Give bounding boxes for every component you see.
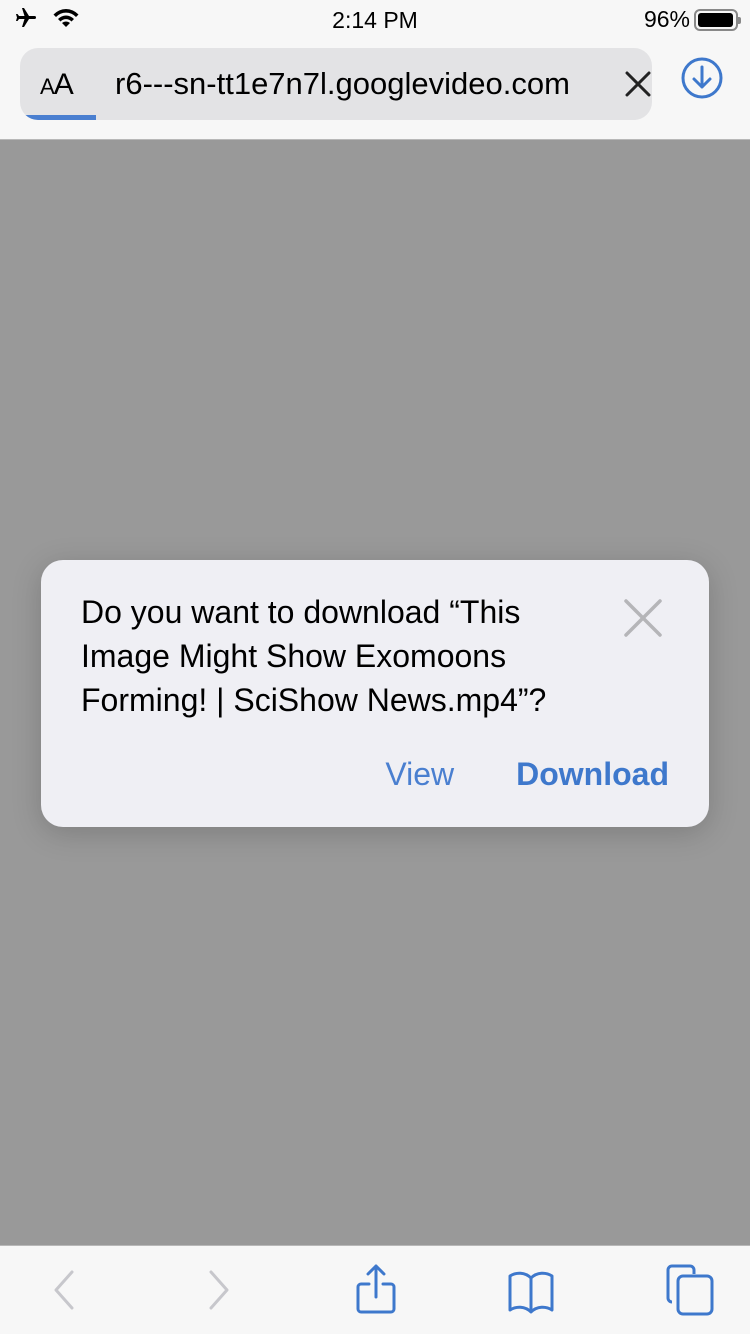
share-icon[interactable] (351, 1264, 401, 1316)
battery-fill (698, 12, 733, 27)
address-bar-area: AA r6---sn-tt1e7n7l.googlevideo.com (0, 40, 750, 140)
reader-options-button[interactable]: AA (40, 68, 74, 102)
page-load-progress (20, 115, 96, 120)
url-text[interactable]: r6---sn-tt1e7n7l.googlevideo.com (115, 66, 600, 102)
reader-small-a: A (40, 74, 55, 99)
bookmarks-icon[interactable] (506, 1264, 556, 1316)
battery-icon (694, 8, 741, 31)
forward-icon[interactable] (193, 1264, 243, 1316)
close-icon[interactable] (623, 598, 663, 638)
battery-percent: 96% (643, 6, 690, 32)
dialog-message: Do you want to download “This Image Migh… (81, 594, 547, 718)
bottom-toolbar (0, 1245, 750, 1334)
status-bar: 2:14 PM 96% (0, 0, 750, 40)
back-icon[interactable] (40, 1264, 90, 1316)
reader-large-a: A (53, 68, 74, 101)
status-right: 96% (643, 6, 741, 33)
status-time: 2:14 PM (332, 7, 418, 33)
address-bar[interactable]: AA r6---sn-tt1e7n7l.googlevideo.com (20, 48, 652, 120)
download-icon[interactable] (680, 56, 724, 100)
download-button[interactable]: Download (516, 756, 669, 793)
dialog-actions: View Download (385, 756, 669, 793)
view-button[interactable]: View (385, 756, 454, 793)
clear-icon[interactable] (620, 66, 652, 102)
tabs-icon[interactable] (664, 1264, 714, 1316)
download-dialog: Do you want to download “This Image Migh… (41, 560, 709, 827)
